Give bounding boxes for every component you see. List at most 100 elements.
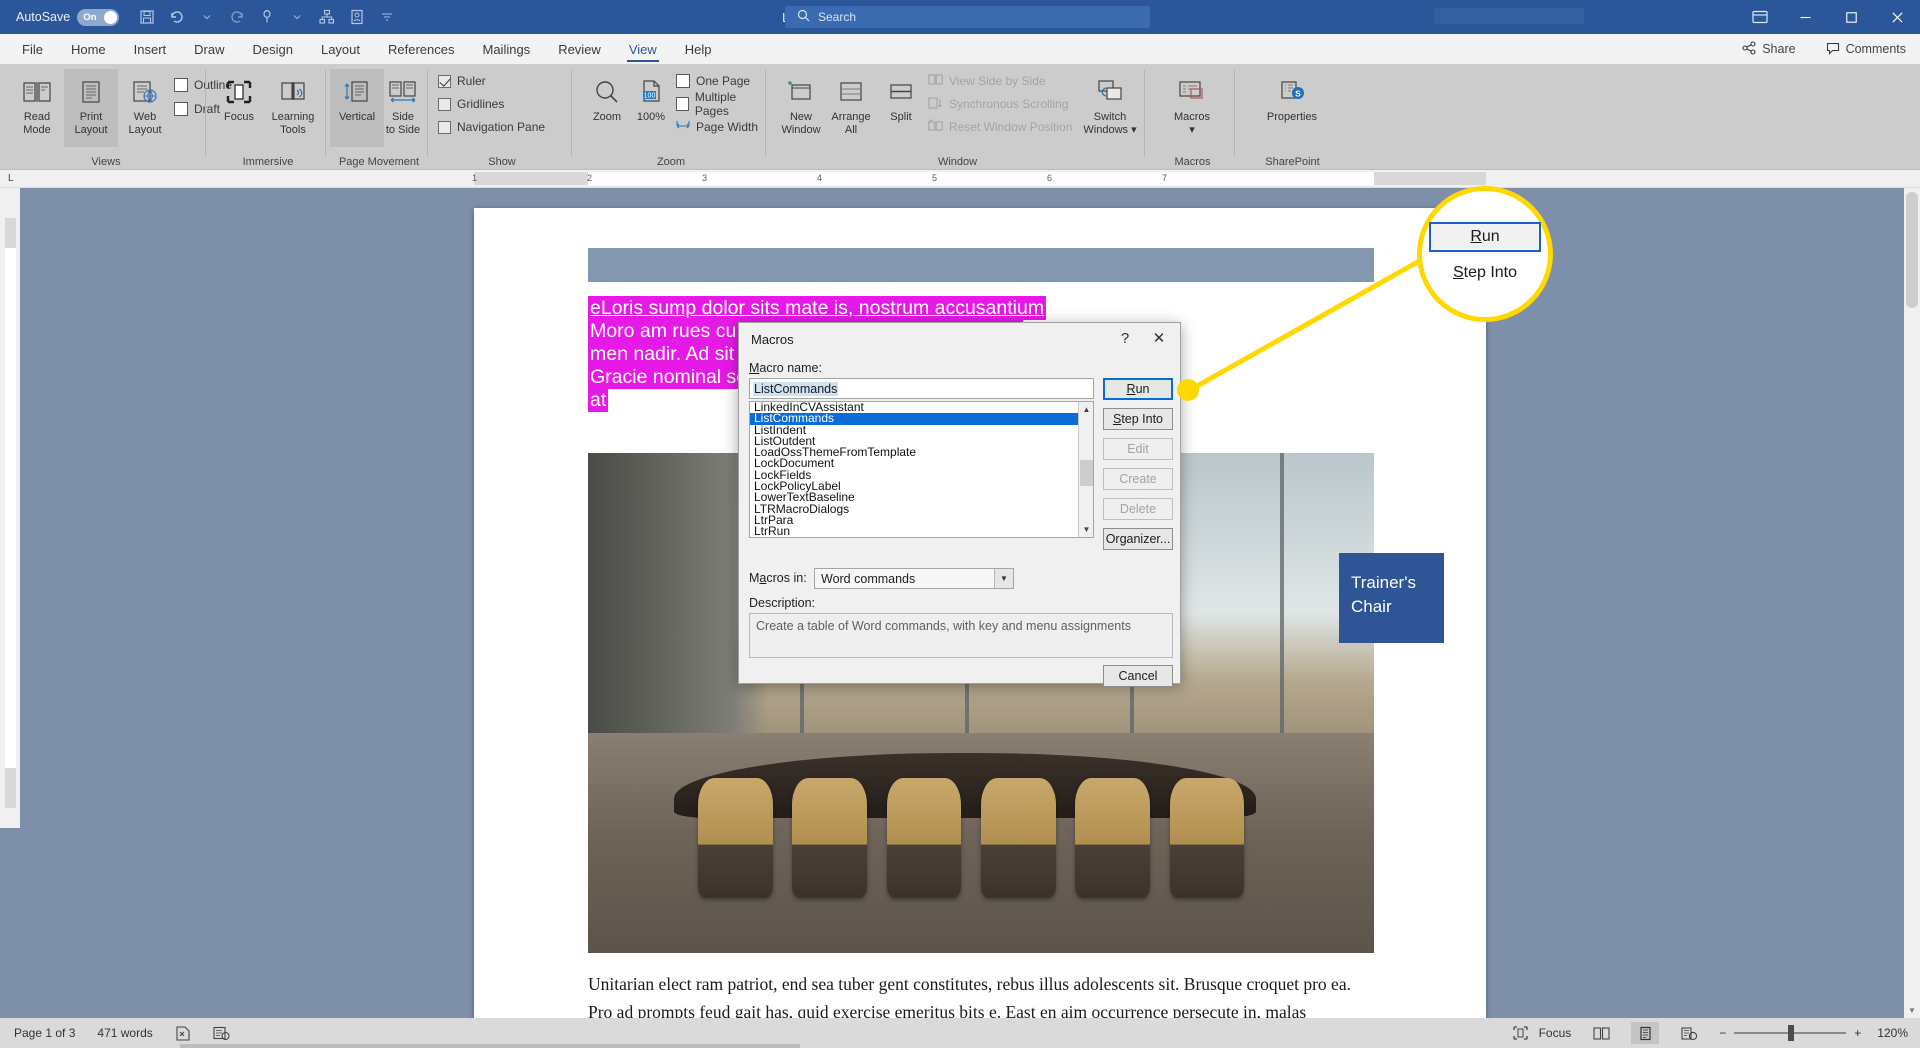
search-input[interactable]: Search (785, 6, 1150, 28)
save-icon[interactable] (133, 4, 161, 30)
scrollbar-thumb[interactable] (1906, 192, 1918, 308)
checkbox-icon[interactable] (438, 120, 451, 134)
undo-icon[interactable] (163, 4, 191, 30)
share-button[interactable]: Share (1734, 38, 1803, 61)
scroll-down-arrow-icon[interactable]: ▼ (1904, 1002, 1920, 1018)
zoom-slider-knob[interactable] (1788, 1025, 1795, 1041)
zoom-out-button[interactable]: − (1719, 1026, 1726, 1040)
switch-windows-button[interactable]: Switch Windows ▾ (1080, 69, 1140, 147)
body-paragraph-text: Unitarian elect ram patriot, end sea tub… (588, 974, 1351, 1018)
tab-file[interactable]: File (8, 34, 57, 64)
learning-tools-button[interactable]: Learning Tools (266, 69, 320, 147)
organization-chart-icon[interactable] (313, 4, 341, 30)
macros-in-dropdown[interactable]: Word commands ▼ (814, 568, 1014, 589)
zoom-level-label[interactable]: 120% (1877, 1026, 1908, 1040)
ribbon-display-options-icon[interactable] (1738, 0, 1782, 34)
multiple-pages-button[interactable]: Multiple Pages (676, 90, 766, 118)
document-body-paragraph[interactable]: Unitarian elect ram patriot, end sea tub… (588, 970, 1378, 1018)
new-window-button[interactable]: New Window (774, 69, 828, 147)
macro-list-scrollbar[interactable]: ▲ ▼ (1078, 402, 1093, 537)
read-mode-button[interactable]: Read Mode (10, 69, 64, 147)
print-layout-label-1: Print (79, 111, 103, 123)
print-layout-view-icon[interactable] (1631, 1022, 1660, 1044)
close-icon[interactable] (1874, 0, 1920, 34)
tab-mailings[interactable]: Mailings (469, 34, 545, 64)
image-text-callout[interactable]: Trainer's Chair (1339, 553, 1444, 643)
tab-insert[interactable]: Insert (120, 34, 181, 64)
one-page-button[interactable]: One Page (676, 72, 750, 90)
web-layout-view-icon[interactable] (1675, 1022, 1703, 1044)
checkbox-icon[interactable] (438, 74, 451, 88)
tab-review[interactable]: Review (544, 34, 615, 64)
list-item[interactable]: LtrRun (750, 525, 1093, 537)
macro-list[interactable]: LinkedInCVAssistant ListCommands ListInd… (749, 401, 1094, 538)
word-count-status[interactable]: 471 words (97, 1026, 152, 1040)
checkbox-icon[interactable] (438, 97, 451, 111)
tab-references[interactable]: References (374, 34, 468, 64)
tab-view[interactable]: View (615, 34, 671, 64)
touch-mode-icon[interactable] (253, 4, 281, 30)
zoom-in-button[interactable]: + (1854, 1026, 1861, 1040)
zoom-100-button[interactable]: 100 100% (624, 69, 678, 147)
tab-design[interactable]: Design (239, 34, 307, 64)
macros-dropdown-icon[interactable]: ▾ (1189, 124, 1195, 137)
properties-button[interactable]: S Properties (1252, 69, 1332, 147)
vertical-ruler[interactable] (0, 188, 20, 828)
autosave-control[interactable]: AutoSave On (16, 8, 120, 26)
read-mode-view-icon[interactable] (1587, 1022, 1615, 1044)
tab-home[interactable]: Home (57, 34, 120, 64)
macros-dialog-title: Macros (751, 332, 794, 347)
accessibility-checker-icon[interactable] (213, 1026, 230, 1041)
page-number-status[interactable]: Page 1 of 3 (14, 1026, 75, 1040)
undo-dropdown-icon[interactable] (193, 4, 221, 30)
help-icon[interactable]: ? (1108, 323, 1142, 353)
chevron-down-icon[interactable]: ▼ (994, 569, 1013, 588)
tab-stop-selector[interactable]: L (8, 173, 14, 184)
cancel-button[interactable]: Cancel (1103, 665, 1173, 687)
zoom-slider-track[interactable] (1734, 1025, 1847, 1041)
step-into-button[interactable]: Step Into (1103, 408, 1173, 430)
list-item[interactable]: LtrPara (750, 514, 1093, 526)
ruler-checkbox-row[interactable]: Ruler (438, 72, 486, 90)
focus-button[interactable]: Focus (212, 69, 266, 147)
split-button[interactable]: Split (874, 69, 928, 147)
annotation-run-button[interactable]: Run (1429, 222, 1541, 252)
navigation-pane-checkbox-row[interactable]: Navigation Pane (438, 118, 545, 136)
autosave-toggle[interactable]: On (77, 8, 120, 26)
macro-list-scrollbar-thumb[interactable] (1080, 460, 1093, 486)
tab-draw[interactable]: Draw (180, 34, 238, 64)
redo-icon[interactable] (223, 4, 251, 30)
restore-icon[interactable] (1828, 0, 1874, 34)
touch-mode-dropdown-icon[interactable] (283, 4, 311, 30)
macros-dialog[interactable]: Macros ? ✕ MMacro name:acro name: ListCo… (738, 322, 1181, 687)
scroll-down-arrow-icon[interactable]: ▼ (1079, 522, 1093, 537)
scroll-up-arrow-icon[interactable]: ▲ (1079, 402, 1093, 417)
focus-mode-button[interactable]: Focus (1512, 1026, 1571, 1040)
organizer-button[interactable]: Organizer... (1103, 528, 1173, 550)
web-layout-button[interactable]: Web Layout (118, 69, 172, 147)
print-layout-button[interactable]: Print Layout (64, 69, 118, 147)
run-button[interactable]: Run (1103, 378, 1173, 400)
vertical-scrollbar[interactable]: ▲ ▼ (1904, 188, 1920, 1018)
zoom-slider[interactable]: − + (1719, 1025, 1861, 1041)
close-icon[interactable]: ✕ (1142, 323, 1176, 353)
minimize-icon[interactable] (1782, 0, 1828, 34)
comments-button[interactable]: Comments (1818, 38, 1914, 61)
side-to-side-button[interactable]: Side to Side (376, 69, 430, 147)
highlighted-line-5[interactable]: at (588, 388, 609, 412)
macros-button[interactable]: Macros ▾ (1162, 69, 1222, 147)
page-width-button[interactable]: Page Width (676, 118, 758, 136)
tab-help[interactable]: Help (671, 34, 726, 64)
list-item[interactable]: LTRMacroDialogs (750, 503, 1093, 515)
gridlines-checkbox-row[interactable]: Gridlines (438, 95, 504, 113)
horizontal-ruler[interactable]: L 1 2 3 4 5 6 7 (0, 170, 1920, 188)
proofing-errors-icon[interactable] (175, 1025, 191, 1041)
description-textarea[interactable]: Create a table of Word commands, with ke… (749, 613, 1173, 658)
arrange-all-button[interactable]: Arrange All (824, 69, 878, 147)
highlighted-line-1[interactable]: eLoris sump dolor sits mate is, nostrum … (588, 296, 1047, 320)
tab-layout[interactable]: Layout (307, 34, 374, 64)
customize-qat-icon[interactable] (373, 4, 401, 30)
macro-name-input[interactable]: ListCommands (749, 378, 1094, 399)
read-aloud-icon[interactable] (343, 4, 371, 30)
annotation-step-into-label[interactable]: Step Into (1429, 260, 1541, 286)
